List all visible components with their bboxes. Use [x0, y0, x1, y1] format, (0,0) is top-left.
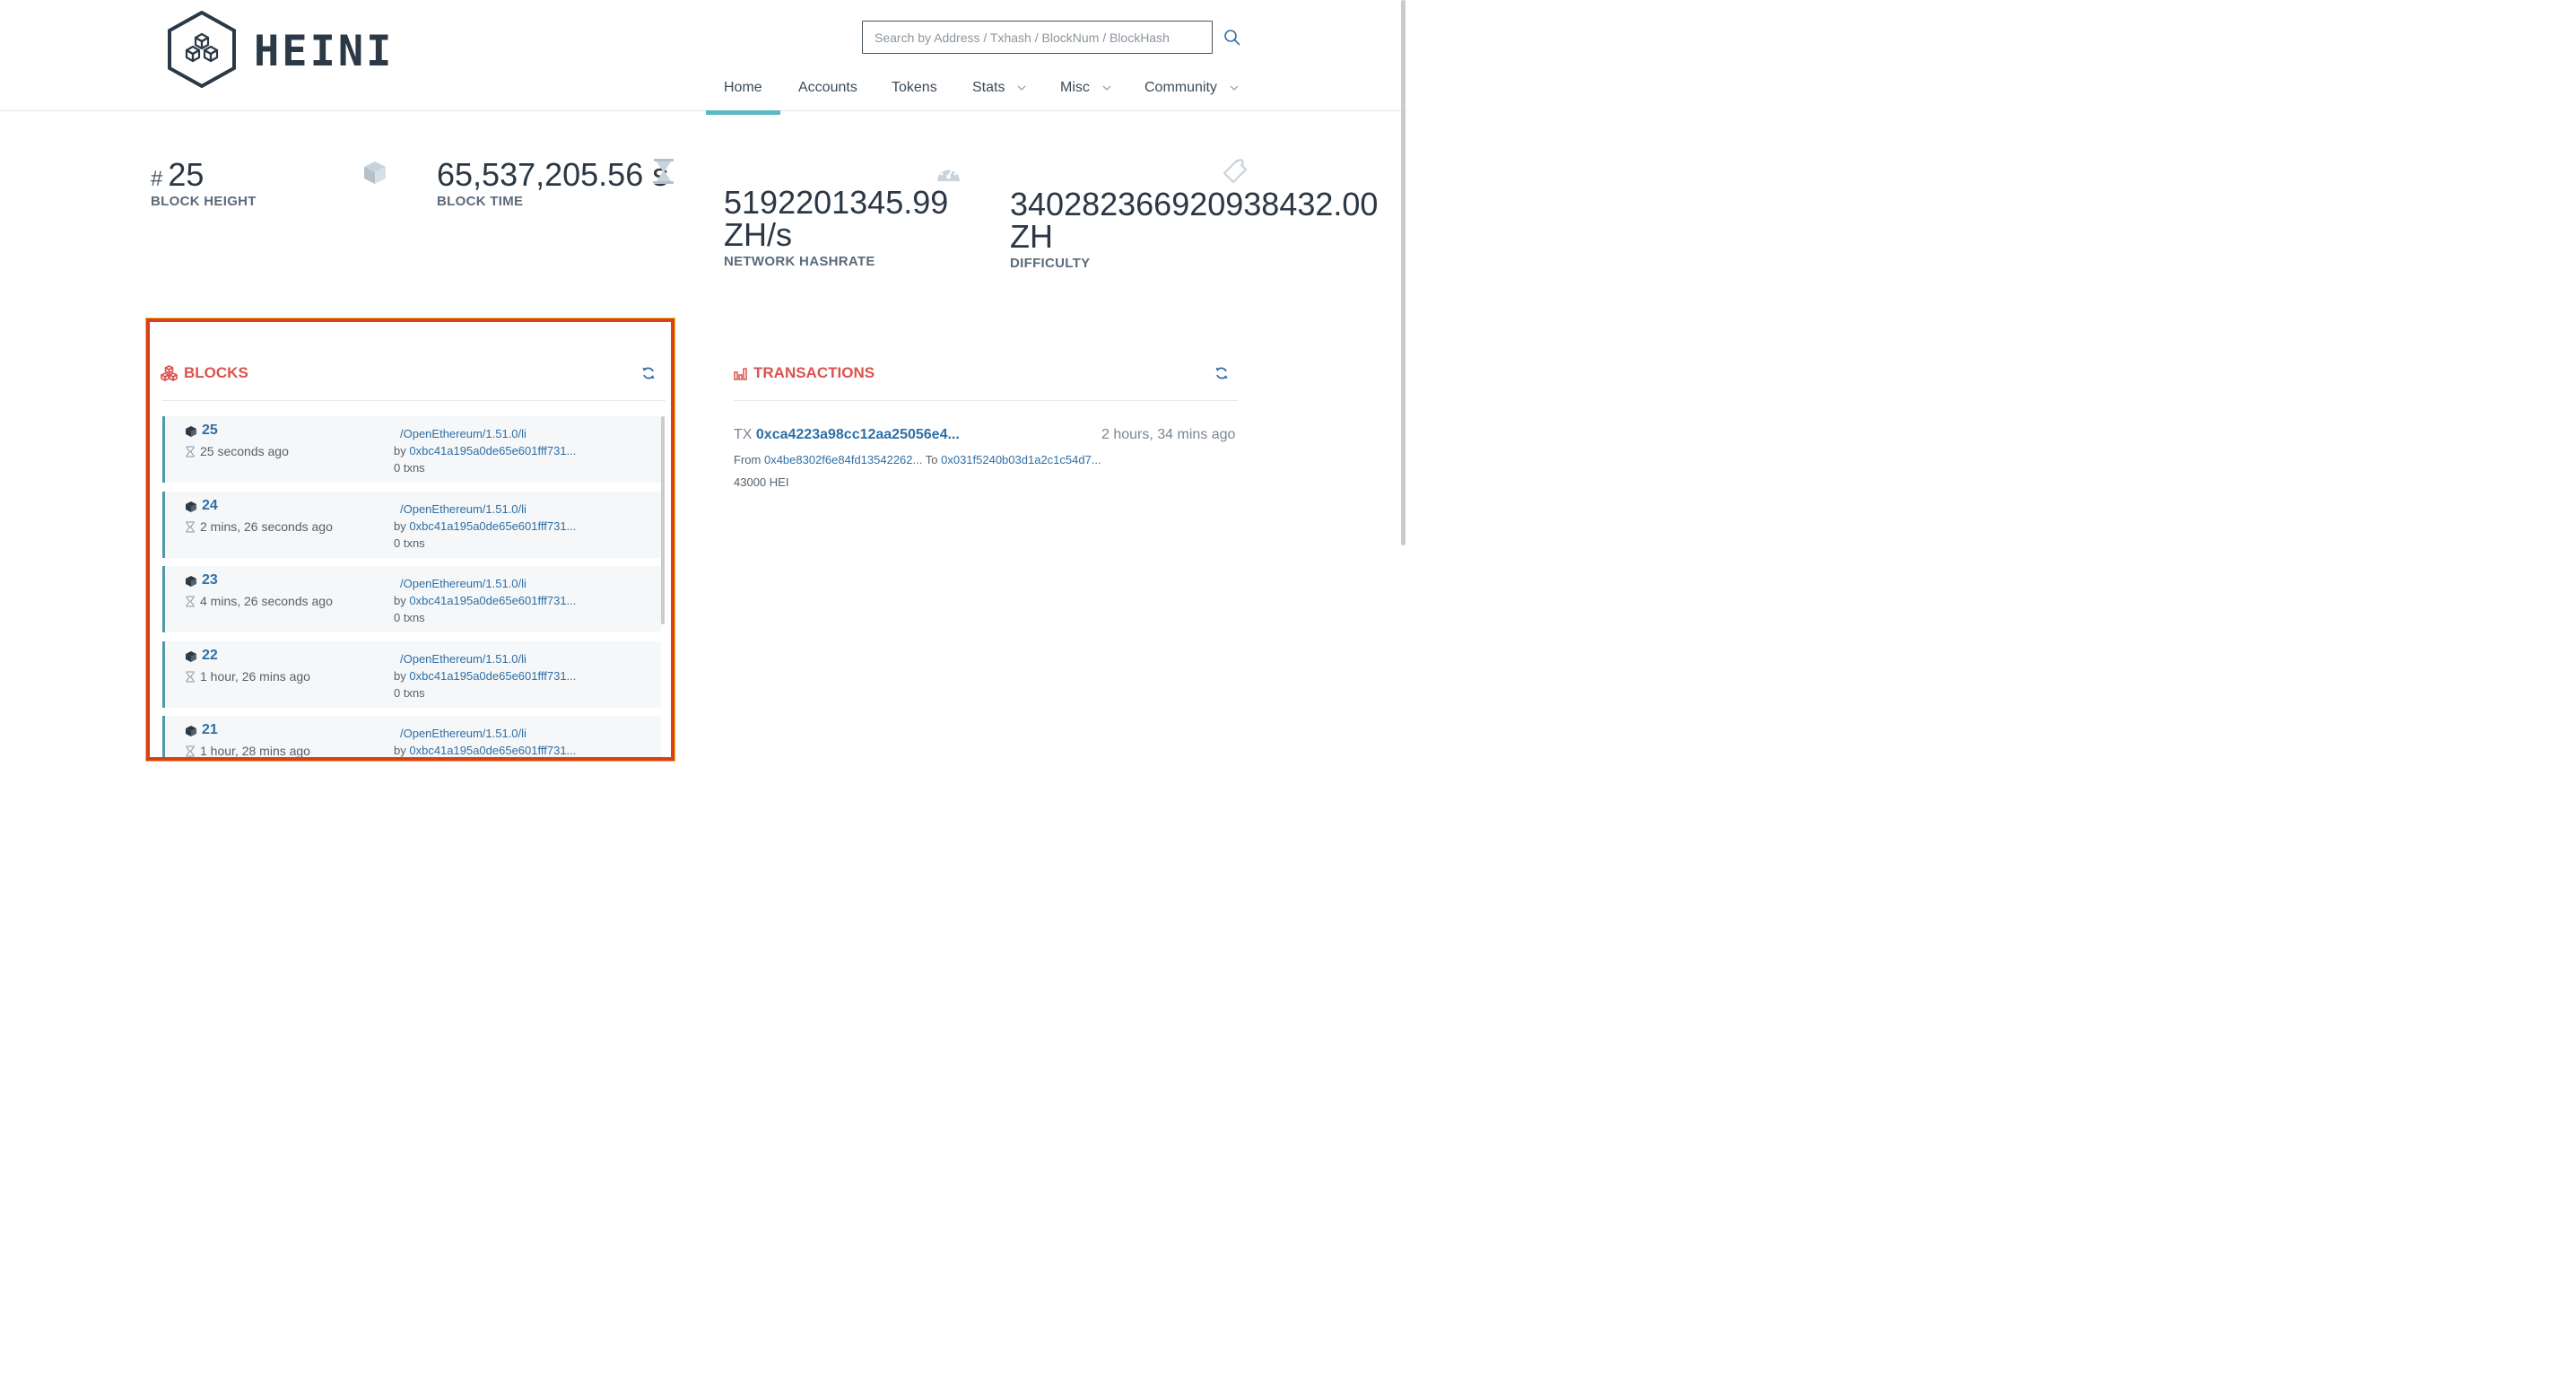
nav-accounts[interactable]: Accounts	[798, 77, 857, 99]
tx-value: 43000 HEI	[734, 475, 789, 489]
hash-symbol: #	[151, 167, 163, 191]
logo-icon[interactable]	[166, 11, 238, 88]
stat-hashrate-value-line1: 5192201345.99	[724, 184, 949, 221]
transactions-title: TRANSACTIONS	[753, 364, 875, 381]
page-scrollbar[interactable]	[1401, 0, 1405, 545]
blocks-panel-highlight	[145, 318, 675, 762]
nav-community-label: Community	[1144, 80, 1217, 95]
nav-stats-label: Stats	[972, 80, 1005, 95]
nav-active-indicator	[706, 110, 780, 115]
tx-prefix: TX	[734, 427, 753, 442]
site-header: HEINI Home Accounts Tokens Stats Misc Co…	[0, 0, 1406, 111]
stat-hashrate-label: NETWORK HASHRATE	[724, 254, 875, 269]
stat-hashrate-value-line2: ZH/s	[724, 216, 792, 253]
cube-icon	[364, 161, 386, 184]
refresh-transactions-icon[interactable]	[1215, 367, 1228, 379]
stat-block-time-value: 65,537,205.56 s	[437, 156, 669, 193]
transactions-panel-title: TRANSACTIONS	[734, 364, 875, 382]
tx-from-to-line: From 0x4be8302f6e84fd13542262... To 0x03…	[734, 453, 1101, 466]
chevron-down-icon	[1018, 85, 1026, 91]
block-height-number: 25	[168, 156, 205, 193]
tx-hash-line: TX 0xca4223a98cc12aa25056e4...	[734, 427, 960, 443]
hourglass-icon	[654, 159, 674, 184]
chevron-down-icon	[1102, 85, 1111, 91]
stat-block-height-value: #25	[151, 159, 204, 196]
tx-age: 2 hours, 34 mins ago	[1101, 427, 1236, 442]
stat-difficulty-value-line1: 340282366920938432.00	[1010, 186, 1379, 222]
stat-block-height-label: BLOCK HEIGHT	[151, 194, 257, 209]
nav-tokens-label: Tokens	[892, 80, 937, 95]
nav-community-dropdown[interactable]: Community	[1144, 77, 1239, 99]
tx-to-link[interactable]: 0x031f5240b03d1a2c1c54d7...	[941, 453, 1101, 466]
nav-misc-dropdown[interactable]: Misc	[1060, 77, 1111, 99]
tx-from-label: From	[734, 453, 761, 466]
stat-block-time-label: BLOCK TIME	[437, 194, 524, 209]
nav-home[interactable]: Home	[724, 77, 762, 99]
transactions-divider	[734, 400, 1238, 401]
puzzle-icon	[1223, 159, 1248, 184]
tx-to-label: To	[925, 453, 938, 466]
tx-hash-link[interactable]: 0xca4223a98cc12aa25056e4...	[756, 427, 960, 442]
stat-difficulty-value-line2: ZH	[1010, 218, 1053, 255]
nav-home-label: Home	[724, 80, 762, 95]
search-icon[interactable]	[1223, 29, 1241, 47]
chevron-down-icon	[1230, 85, 1239, 91]
tx-from-link[interactable]: 0x4be8302f6e84fd13542262...	[764, 453, 922, 466]
search-input[interactable]	[862, 21, 1213, 54]
brand-name[interactable]: HEINI	[254, 27, 394, 76]
nav-accounts-label: Accounts	[798, 80, 857, 95]
gauge-icon	[937, 165, 960, 181]
nav-stats-dropdown[interactable]: Stats	[972, 77, 1026, 99]
stat-difficulty-label: DIFFICULTY	[1010, 256, 1091, 271]
bar-chart-icon	[734, 367, 747, 380]
nav-tokens[interactable]: Tokens	[892, 77, 937, 99]
nav-misc-label: Misc	[1060, 80, 1090, 95]
